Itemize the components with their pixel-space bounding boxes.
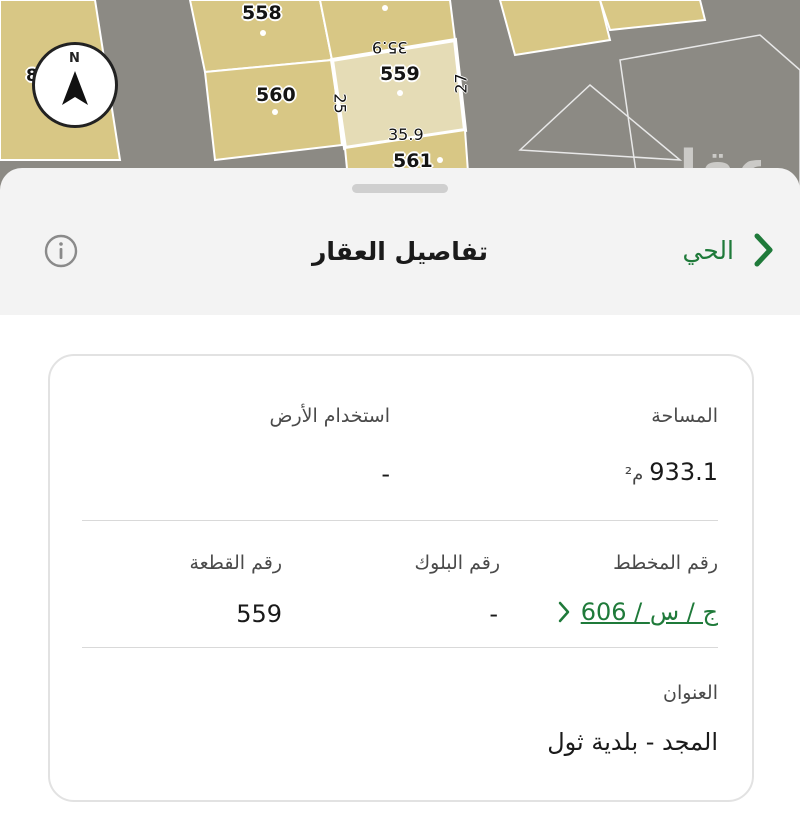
plot-number-label: رقم القطعة xyxy=(189,552,282,574)
divider xyxy=(82,520,718,521)
parcel-label-560: 560 xyxy=(256,84,296,106)
page-title: تفاصيل العقار xyxy=(312,237,488,266)
land-use-label: استخدام الأرض xyxy=(269,405,390,427)
back-to-district-link[interactable]: الحي xyxy=(682,232,774,268)
dimension-right: 27 xyxy=(451,73,471,94)
area-label: المساحة xyxy=(651,405,718,427)
area-unit: م² xyxy=(624,464,644,485)
dimension-left: 25 xyxy=(330,93,350,114)
plot-number-value: 559 xyxy=(236,600,282,628)
area-value: 933.1 xyxy=(649,458,718,486)
plan-number-label: رقم المخطط xyxy=(613,552,718,574)
block-number-value: - xyxy=(489,600,498,628)
chevron-right-icon xyxy=(558,601,569,623)
address-label: العنوان xyxy=(662,682,718,704)
land-use-value: - xyxy=(381,460,390,488)
dimension-top: 35.9 xyxy=(372,38,408,57)
sheet-header: تفاصيل العقار الحي xyxy=(0,168,800,268)
compass-button[interactable]: N xyxy=(32,42,118,128)
plan-number-link[interactable]: 606 / ج / س xyxy=(557,598,718,626)
parcel-label-559: 559 xyxy=(380,63,420,85)
chevron-right-icon xyxy=(754,233,773,267)
block-number-label: رقم البلوك xyxy=(414,552,500,574)
compass-arrow-icon xyxy=(62,71,88,105)
address-value: المجد - بلدية ثول xyxy=(547,728,718,756)
dimension-bottom: 35.9 xyxy=(388,125,424,144)
parcel-label-558: 558 xyxy=(242,2,282,24)
plan-number-value: 606 / ج / س xyxy=(580,598,718,626)
divider xyxy=(82,647,718,648)
area-value-group: 933.1 م² xyxy=(625,458,718,486)
back-link-label: الحي xyxy=(682,235,734,265)
